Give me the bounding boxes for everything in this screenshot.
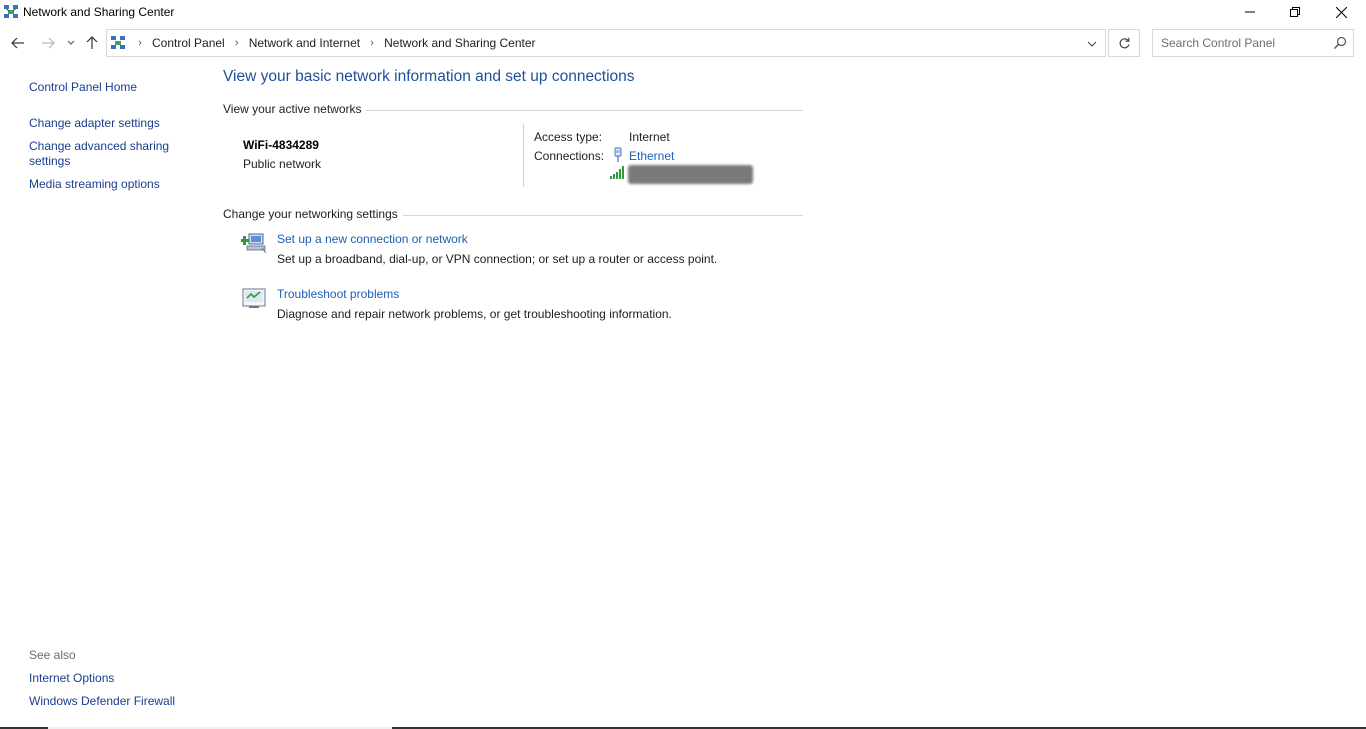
set-up-new-connection-description: Set up a broadband, dial-up, or VPN conn… bbox=[277, 252, 718, 266]
close-icon bbox=[1335, 6, 1347, 18]
refresh-button[interactable] bbox=[1108, 29, 1140, 57]
access-type-value: Internet bbox=[629, 130, 670, 144]
networking-settings-heading: Change your networking settings bbox=[223, 207, 398, 221]
change-advanced-sharing-settings-link[interactable]: Change advanced sharing settings bbox=[29, 139, 179, 169]
page-title: View your basic network information and … bbox=[223, 68, 635, 85]
back-button[interactable] bbox=[8, 32, 28, 54]
chevron-right-icon[interactable]: › bbox=[131, 37, 149, 49]
minimize-button[interactable] bbox=[1227, 0, 1273, 24]
see-also-label: See also bbox=[29, 648, 76, 662]
control-panel-home-link[interactable]: Control Panel Home bbox=[29, 80, 137, 95]
window-title: Network and Sharing Center bbox=[23, 5, 175, 19]
restore-icon bbox=[1290, 7, 1300, 17]
up-button[interactable] bbox=[82, 32, 102, 54]
chevron-down-icon bbox=[1087, 41, 1097, 47]
network-sharing-icon bbox=[4, 5, 18, 18]
arrow-left-icon bbox=[11, 37, 24, 49]
recent-locations-button[interactable] bbox=[64, 32, 78, 54]
internet-options-link[interactable]: Internet Options bbox=[29, 671, 114, 686]
minimize-icon bbox=[1245, 11, 1255, 13]
breadcrumb-network-and-internet[interactable]: Network and Internet bbox=[246, 36, 363, 50]
arrow-right-icon bbox=[42, 37, 55, 49]
set-up-new-connection-link[interactable]: Set up a new connection or network bbox=[277, 232, 468, 246]
active-networks-heading: View your active networks bbox=[223, 102, 362, 116]
search-icon[interactable] bbox=[1333, 36, 1347, 50]
search-input[interactable] bbox=[1153, 30, 1329, 56]
arrow-up-icon bbox=[86, 36, 98, 49]
section-divider bbox=[366, 110, 803, 111]
connections-label: Connections: bbox=[534, 149, 605, 163]
troubleshoot-problems-description: Diagnose and repair network problems, or… bbox=[277, 307, 672, 321]
navigation-bar: › Control Panel › Network and Internet ›… bbox=[0, 28, 1366, 58]
ethernet-connection-link[interactable]: Ethernet bbox=[629, 149, 674, 163]
address-dropdown-button[interactable] bbox=[1084, 37, 1100, 51]
change-adapter-settings-link[interactable]: Change adapter settings bbox=[29, 116, 160, 131]
network-divider bbox=[523, 124, 524, 187]
breadcrumb-network-sharing-center[interactable]: Network and Sharing Center bbox=[381, 36, 538, 50]
chevron-down-icon bbox=[67, 40, 75, 45]
section-divider bbox=[403, 215, 803, 216]
address-bar[interactable]: › Control Panel › Network and Internet ›… bbox=[106, 29, 1106, 57]
new-connection-icon bbox=[241, 233, 267, 254]
close-button[interactable] bbox=[1318, 0, 1364, 24]
restore-button[interactable] bbox=[1272, 0, 1318, 24]
media-streaming-options-link[interactable]: Media streaming options bbox=[29, 177, 160, 192]
refresh-icon bbox=[1119, 37, 1130, 48]
chevron-right-icon[interactable]: › bbox=[363, 37, 381, 49]
search-box[interactable] bbox=[1152, 29, 1354, 57]
forward-button[interactable] bbox=[38, 32, 58, 54]
access-type-label: Access type: bbox=[534, 130, 603, 144]
breadcrumb-control-panel[interactable]: Control Panel bbox=[149, 36, 228, 50]
wifi-signal-icon bbox=[610, 166, 624, 179]
network-type-link[interactable]: Public network bbox=[243, 157, 321, 171]
ethernet-icon bbox=[614, 147, 622, 162]
troubleshoot-problems-link[interactable]: Troubleshoot problems bbox=[277, 287, 399, 301]
breadcrumb: › Control Panel › Network and Internet ›… bbox=[131, 36, 539, 50]
redacted-connection-name bbox=[628, 165, 753, 184]
troubleshoot-icon bbox=[242, 288, 266, 308]
chevron-right-icon[interactable]: › bbox=[228, 37, 246, 49]
windows-defender-firewall-link[interactable]: Windows Defender Firewall bbox=[29, 694, 175, 709]
network-name: WiFi-4834289 bbox=[243, 138, 319, 152]
network-sharing-icon bbox=[111, 36, 125, 49]
title-bar: Network and Sharing Center bbox=[0, 0, 1366, 26]
